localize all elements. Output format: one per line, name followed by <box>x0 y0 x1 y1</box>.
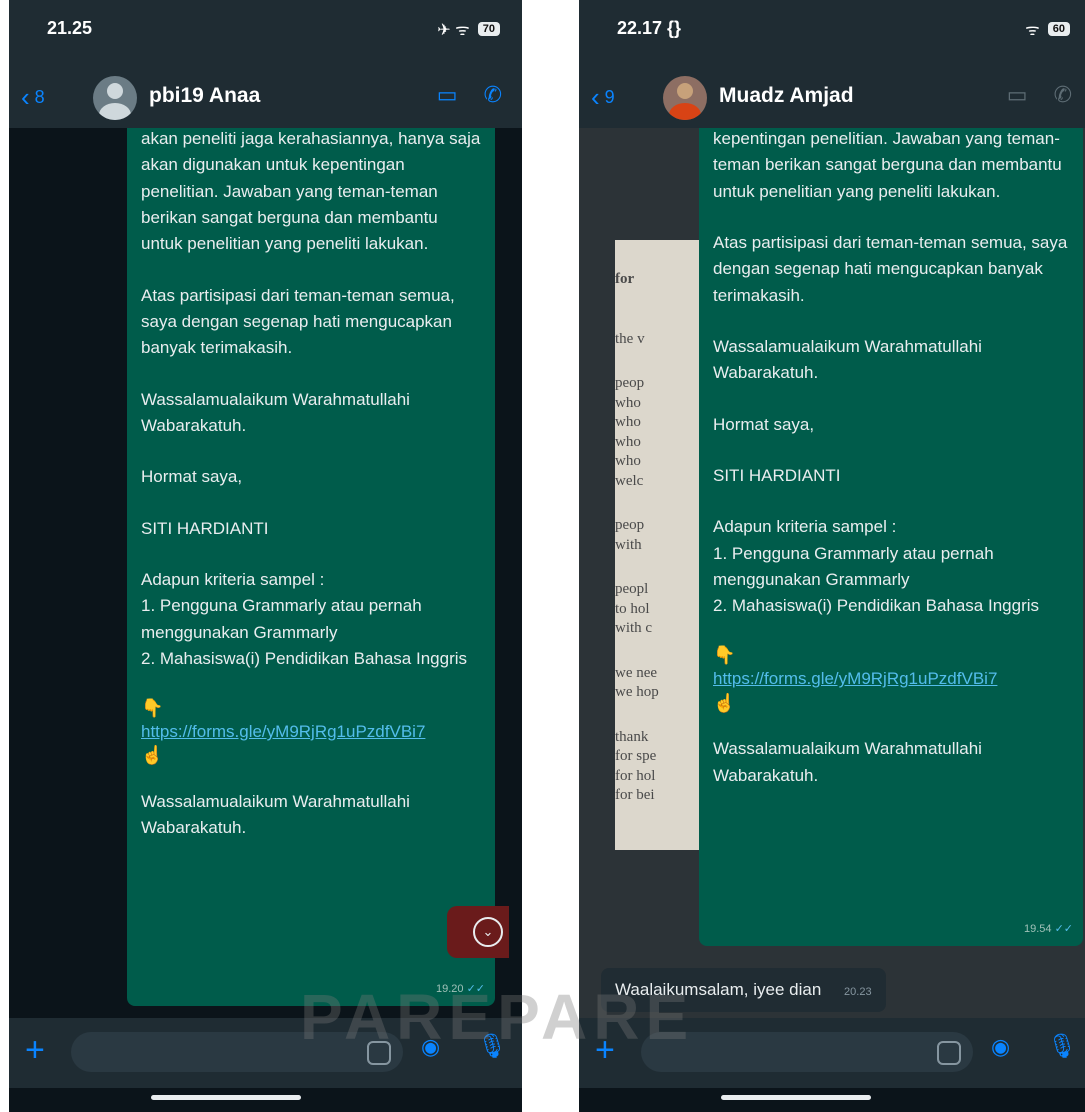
status-bar: 22.17 {} ᯤ 60 <box>579 0 1085 66</box>
contact-name[interactable]: pbi19 Anaa <box>149 84 260 108</box>
chevron-left-icon: ‹ <box>591 82 600 112</box>
left-phone-screenshot: 21.25 ✈ ᯤ 70 ‹ 8 pbi19 Anaa ▭ ✆ akan pen… <box>9 0 522 1112</box>
message-bubble[interactable]: kepentingan penelitian. Jawaban yang tem… <box>699 128 1083 946</box>
camera-icon[interactable]: ◉ <box>991 1034 1010 1060</box>
message-closing: Wassalamualaikum Warahmatullahi Wabaraka… <box>713 739 982 785</box>
chat-header: ‹ 8 pbi19 Anaa ▭ ✆ <box>9 66 522 128</box>
battery-icon: 70 <box>477 22 500 36</box>
home-indicator <box>151 1095 301 1100</box>
message-paragraph: Atas partisipasi dari teman-teman semua,… <box>141 285 455 358</box>
chat-header: ‹ 9 Muadz Amjad ▭ ✆ <box>579 66 1085 128</box>
status-icons: ᯤ 60 <box>1025 18 1070 40</box>
chevron-down-icon: ⌄ <box>473 917 503 947</box>
message-time: 19.54 ✓✓ <box>1023 922 1073 935</box>
status-time: 21.25 <box>47 18 93 38</box>
watermark-text: PAREPARE <box>300 981 695 1053</box>
message-closing: Wassalamualaikum Warahmatullahi Wabaraka… <box>141 792 410 838</box>
message-paragraph: Hormat saya, <box>713 414 815 434</box>
pointing-up-icon: ☝ <box>141 745 164 766</box>
scroll-down-button[interactable]: ⌄ <box>447 906 509 958</box>
microphone-icon[interactable]: 🎙 <box>1047 1032 1077 1061</box>
avatar[interactable] <box>663 76 707 120</box>
avatar[interactable] <box>93 76 137 120</box>
plus-icon[interactable]: + <box>25 1031 45 1070</box>
form-link[interactable]: https://forms.gle/yM9RjRg1uPzdfVBi7 <box>141 722 425 741</box>
message-bubble[interactable]: akan peneliti jaga kerahasiannya, hanya … <box>127 128 495 1006</box>
message-paragraph: Wassalamualaikum Warahmatullahi Wabaraka… <box>713 337 982 383</box>
pointing-up-icon: ☝ <box>713 692 736 713</box>
message-paragraph: SITI HARDIANTI <box>141 518 269 538</box>
phone-icon[interactable]: ✆ <box>484 82 502 108</box>
back-button[interactable]: ‹ 9 <box>591 82 615 113</box>
message-paragraph: Adapun kriteria sampel : 1. Pengguna Gra… <box>713 517 1040 616</box>
pointing-down-icon: 👇 <box>713 644 736 665</box>
status-time: 22.17 {} <box>617 18 682 38</box>
status-bar: 21.25 ✈ ᯤ 70 <box>9 0 522 66</box>
video-camera-icon[interactable]: ▭ <box>437 82 458 108</box>
status-icons: ✈ ᯤ 70 <box>437 18 500 40</box>
chat-area[interactable]: akan peneliti jaga kerahasiannya, hanya … <box>9 128 522 1018</box>
unread-count: 8 <box>34 87 45 107</box>
form-link[interactable]: https://forms.gle/yM9RjRg1uPzdfVBi7 <box>713 669 997 688</box>
phone-icon[interactable]: ✆ <box>1054 82 1072 108</box>
chat-area[interactable]: for the v peop who who who who welc peop… <box>579 128 1085 1018</box>
video-camera-icon[interactable]: ▭ <box>1007 82 1028 108</box>
message-paragraph: akan peneliti jaga kerahasiannya, hanya … <box>141 129 481 254</box>
chevron-left-icon: ‹ <box>21 82 30 112</box>
message-paragraph: Atas partisipasi dari teman-teman semua,… <box>713 233 1068 305</box>
received-time: 20.23 <box>844 986 872 998</box>
airplane-wifi-icon: ✈ ᯤ <box>437 22 470 39</box>
pointing-down-icon: 👇 <box>141 697 164 718</box>
contact-name[interactable]: Muadz Amjad <box>719 84 854 108</box>
sticker-icon[interactable] <box>937 1041 961 1065</box>
message-paragraph: Hormat saya, <box>141 467 243 487</box>
signal-wifi-icon: ᯤ <box>1025 22 1040 39</box>
right-phone-screenshot: 22.17 {} ᯤ 60 ‹ 9 Muadz Amjad ▭ ✆ for th… <box>579 0 1085 1112</box>
message-paragraph: kepentingan penelitian. Jawaban yang tem… <box>713 129 1062 201</box>
call-actions: ▭ ✆ <box>1007 82 1072 108</box>
message-paragraph: SITI HARDIANTI <box>713 466 841 486</box>
read-ticks-icon: ✓✓ <box>1054 922 1073 935</box>
back-button[interactable]: ‹ 8 <box>21 82 45 113</box>
call-actions: ▭ ✆ <box>437 82 502 108</box>
message-paragraph: Wassalamualaikum Warahmatullahi Wabaraka… <box>141 389 410 436</box>
home-indicator <box>721 1095 871 1100</box>
message-paragraph: Adapun kriteria sampel : 1. Pengguna Gra… <box>141 570 468 669</box>
battery-icon: 60 <box>1047 22 1070 36</box>
unread-count: 9 <box>604 87 615 107</box>
